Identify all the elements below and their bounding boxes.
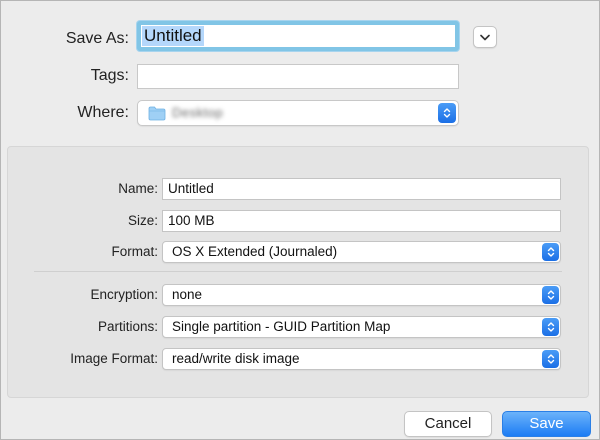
save-as-value[interactable]: Untitled (142, 26, 204, 46)
partitions-row: Partitions: Single partition - GUID Part… (8, 316, 590, 338)
size-label: Size: (127, 213, 158, 228)
where-popup[interactable]: Desktop (137, 100, 459, 126)
where-value: Desktop (172, 105, 224, 120)
popup-stepper-icon (542, 243, 559, 261)
popup-stepper-icon (438, 103, 456, 123)
size-input[interactable]: 100 MB (162, 210, 561, 232)
popup-stepper-icon (542, 350, 559, 368)
image-format-label: Image Format: (70, 351, 158, 366)
tags-label: Tags: (90, 67, 129, 84)
save-button[interactable]: Save (502, 411, 591, 437)
image-options-panel: Name: Untitled Size: 100 MB Format: OS X… (7, 146, 589, 398)
name-label: Name: (118, 181, 158, 196)
expand-dialog-button[interactable] (473, 26, 497, 48)
name-row: Name: Untitled (8, 178, 590, 200)
partitions-label: Partitions: (97, 319, 158, 334)
save-as-input[interactable]: Untitled (137, 21, 459, 51)
popup-stepper-icon (542, 286, 559, 304)
folder-icon (148, 106, 166, 121)
partitions-popup[interactable]: Single partition - GUID Partition Map (162, 316, 561, 338)
image-format-popup[interactable]: read/write disk image (162, 348, 561, 370)
save-as-label: Save As: (65, 30, 129, 47)
where-label: Where: (77, 104, 129, 121)
size-row: Size: 100 MB (8, 210, 590, 232)
popup-stepper-icon (542, 318, 559, 336)
encryption-value: none (172, 287, 203, 302)
name-input[interactable]: Untitled (162, 178, 561, 200)
section-divider (34, 271, 562, 272)
chevron-down-icon (480, 34, 490, 40)
format-value: OS X Extended (Journaled) (172, 244, 338, 259)
image-format-value: read/write disk image (172, 351, 300, 366)
tags-input[interactable] (137, 64, 459, 89)
image-format-row: Image Format: read/write disk image (8, 348, 590, 370)
format-label: Format: (111, 244, 158, 259)
encryption-popup[interactable]: none (162, 284, 561, 306)
format-popup[interactable]: OS X Extended (Journaled) (162, 241, 561, 263)
encryption-label: Encryption: (90, 287, 158, 302)
encryption-row: Encryption: none (8, 284, 590, 306)
format-row: Format: OS X Extended (Journaled) (8, 241, 590, 263)
cancel-button[interactable]: Cancel (404, 411, 492, 437)
save-dialog: Save As: Untitled Tags: Where: Desktop N… (0, 0, 600, 440)
partitions-value: Single partition - GUID Partition Map (172, 319, 391, 334)
